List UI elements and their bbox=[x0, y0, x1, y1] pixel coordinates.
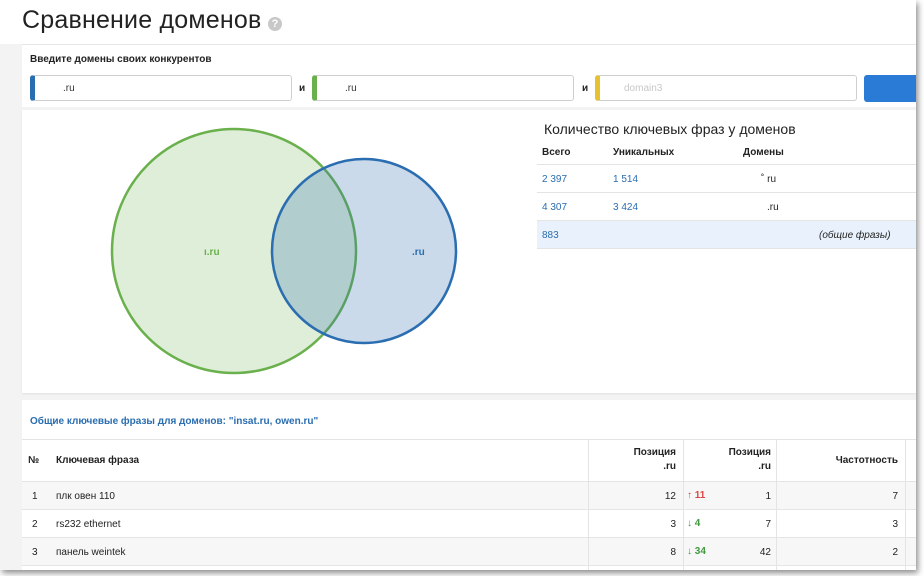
common-phrases-panel: Общие ключевые фразы для доменов: "insat… bbox=[22, 400, 916, 570]
table-row: 2 rs232 ethernet 3 ↓ 4 7 3 bbox=[22, 510, 916, 538]
stats-row: 4 307 3 424 .ru bbox=[537, 193, 916, 221]
stats-header-row: Всего Уникальных Домены bbox=[537, 140, 916, 165]
row-frequency: 2 bbox=[892, 547, 898, 558]
venn-diagram: ı.ru .ru bbox=[110, 127, 458, 375]
row-phrase: rs232 ethernet bbox=[56, 519, 121, 530]
row-frequency: 3 bbox=[892, 519, 898, 530]
title-bar: Сравнение доменов ? bbox=[0, 0, 916, 44]
stats-header-unique: Уникальных bbox=[613, 147, 675, 158]
separator-and-2: и bbox=[582, 83, 589, 94]
stats-title: Количество ключевых фраз у доменов bbox=[544, 121, 796, 137]
stats-total-link[interactable]: 2 397 bbox=[542, 174, 567, 185]
stats-table: Всего Уникальных Домены 2 397 1 514 ˚ ru… bbox=[537, 140, 916, 249]
venn-left-label: ı.ru bbox=[204, 247, 220, 258]
column-divider bbox=[683, 439, 684, 570]
row-position-1: 8 bbox=[670, 547, 676, 558]
table-row: 1 плк овен 110 12 ↑ 11 1 7 bbox=[22, 482, 916, 510]
stats-common-total-link[interactable]: 883 bbox=[542, 230, 559, 241]
row-position-2: 7 bbox=[765, 519, 771, 530]
domain2-input[interactable]: .ru bbox=[312, 75, 574, 101]
stats-common-row: 883 (общие фразы) bbox=[537, 221, 916, 249]
header-position-1-label: Позиция bbox=[633, 447, 676, 458]
stats-unique-link[interactable]: 3 424 bbox=[613, 202, 638, 213]
row-position-1: 12 bbox=[664, 491, 676, 502]
header-position-2-domain: .ru bbox=[758, 461, 771, 472]
stats-domain: ˚ ru bbox=[761, 174, 776, 185]
table-header-row: № Ключевая фраза Позиция .ru Позиция .ru… bbox=[22, 439, 916, 482]
venn-right-label: .ru bbox=[412, 247, 425, 258]
competitors-form: Введите домены своих конкурентов .ru и .… bbox=[22, 44, 916, 107]
column-divider bbox=[905, 439, 906, 570]
row-position-2: 42 bbox=[759, 547, 771, 558]
stats-total-link[interactable]: 4 307 bbox=[542, 202, 567, 213]
domain1-input[interactable]: .ru bbox=[30, 75, 292, 101]
stats-domain: .ru bbox=[767, 202, 779, 213]
row-num: 1 bbox=[32, 491, 38, 502]
column-divider bbox=[588, 439, 589, 570]
header-position-1[interactable]: Позиция .ru bbox=[588, 447, 676, 472]
row-frequency: 7 bbox=[892, 491, 898, 502]
page-frame: Сравнение доменов ? Введите домены своих… bbox=[0, 0, 916, 570]
venn-panel: ı.ru .ru Количество ключевых фраз у доме… bbox=[22, 110, 916, 393]
common-phrases-title: Общие ключевые фразы для доменов: "insat… bbox=[30, 416, 319, 427]
domain3-input[interactable]: domain3 bbox=[595, 75, 857, 101]
compare-button[interactable] bbox=[864, 75, 916, 102]
stats-row: 2 397 1 514 ˚ ru bbox=[537, 165, 916, 193]
help-icon[interactable]: ? bbox=[268, 17, 282, 31]
stats-common-label: (общие фразы) bbox=[819, 230, 891, 241]
separator-and-1: и bbox=[299, 83, 306, 94]
header-position-1-domain: .ru bbox=[663, 461, 676, 472]
header-position-2[interactable]: Позиция .ru bbox=[683, 447, 771, 472]
page-title: Сравнение доменов bbox=[22, 6, 262, 34]
row-phrase: плк овен 110 bbox=[56, 491, 115, 502]
header-position-2-label: Позиция bbox=[728, 447, 771, 458]
row-position-2: 1 bbox=[765, 491, 771, 502]
header-num: № bbox=[28, 455, 40, 466]
header-frequency[interactable]: Частотность bbox=[778, 455, 898, 466]
venn-right-circle bbox=[270, 157, 458, 345]
column-divider bbox=[776, 439, 777, 570]
table-row: 3 панель weintek 8 ↓ 34 42 2 bbox=[22, 538, 916, 566]
row-phrase: панель weintek bbox=[56, 547, 126, 558]
header-phrase[interactable]: Ключевая фраза bbox=[56, 455, 139, 466]
stats-unique-link[interactable]: 1 514 bbox=[613, 174, 638, 185]
competitors-label: Введите домены своих конкурентов bbox=[30, 54, 212, 65]
stats-header-total: Всего bbox=[542, 147, 571, 158]
row-num: 2 bbox=[32, 519, 38, 530]
row-position-1: 3 bbox=[670, 519, 676, 530]
stats-header-domains: Домены bbox=[743, 147, 784, 158]
row-num: 3 bbox=[32, 547, 38, 558]
common-phrases-table: № Ключевая фраза Позиция .ru Позиция .ru… bbox=[22, 439, 916, 566]
